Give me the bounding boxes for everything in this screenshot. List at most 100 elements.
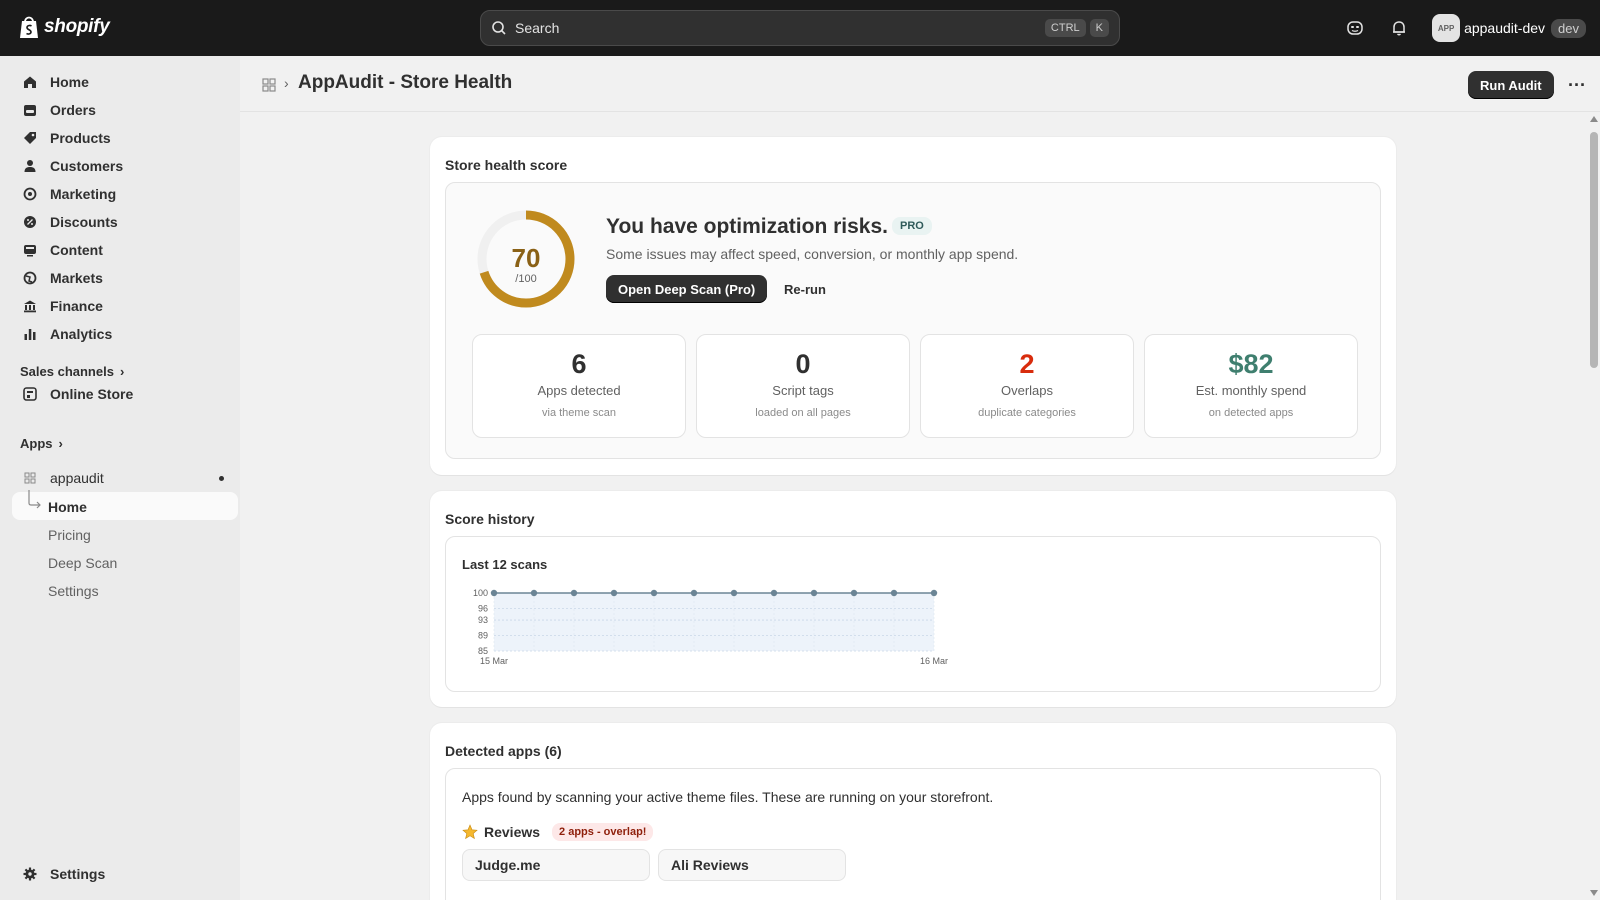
chart-point[interactable] [730,589,738,597]
health-score-card: Store health score 70 /100 You have opti… [430,137,1396,475]
chart-point[interactable] [690,589,698,597]
sidebar-subitem-settings[interactable]: Settings [48,583,99,599]
sidebar-item-analytics[interactable]: Analytics [12,320,238,348]
orders-icon [22,102,38,118]
stat-value: 6 [571,349,587,379]
chart-point[interactable] [890,589,898,597]
sidebar-section-sales-channels[interactable]: Sales channels › [20,364,124,379]
section-label: Apps [20,436,53,451]
chart-point[interactable] [650,589,658,597]
chevron-right-icon: › [58,436,63,451]
person-icon [22,158,38,174]
sidebar-item-discounts[interactable]: Discounts [12,208,238,236]
stat-label: Apps detected [537,383,621,398]
user-menu[interactable]: APP appaudit-dev dev [1432,14,1586,42]
detected-apps-panel: Apps found by scanning your active theme… [445,768,1381,900]
sidebar-item-label: Finance [50,298,103,314]
sidebar-item-online-store[interactable]: Online Store [12,380,238,408]
store-icon [22,386,38,402]
chart-point[interactable] [490,589,498,597]
search-icon [492,21,506,35]
chart-point[interactable] [770,589,778,597]
sidebar-subitem-deep-scan[interactable]: Deep Scan [48,555,117,571]
stat-script-tags: 0 Script tags loaded on all pages [696,334,910,438]
apps-description: Apps found by scanning your active theme… [462,789,994,805]
sidebar-subitem-home[interactable]: Home [48,499,87,515]
category-name: Reviews [484,824,541,840]
chevron-right-icon: › [119,364,125,379]
score-history-card: Score history Last 12 scans 100 96 93 89 85 1… [430,491,1396,707]
stat-apps-detected: 6 Apps detected via theme scan [472,334,686,438]
chart-icon [22,326,38,342]
assistant-icon[interactable] [1344,17,1366,39]
stat-label: Script tags [772,383,834,398]
bell-icon[interactable] [1388,17,1410,39]
sidebar-item-orders[interactable]: Orders [12,96,238,124]
sidebar-item-content[interactable]: Content [12,236,238,264]
sidebar-item-appaudit[interactable]: appaudit [12,464,238,492]
search-bar[interactable]: Search CTRL K [480,10,1120,46]
more-actions-icon[interactable]: ··· [1564,73,1590,97]
sidebar-item-label: Settings [50,866,106,882]
score-value: 70 [511,243,541,273]
shopify-bag-icon [20,16,38,38]
home-icon [22,74,38,90]
target-icon [22,186,38,202]
sidebar-item-label: Discounts [50,214,118,230]
sidebar-item-settings[interactable]: Settings [12,860,238,888]
chart-point[interactable] [570,589,578,597]
run-audit-button[interactable]: Run Audit [1468,71,1554,99]
stat-sub: duplicate categories [978,407,1076,419]
scrollbar[interactable] [1588,112,1600,900]
sidebar-section-apps[interactable]: Apps › [20,436,63,451]
app-grid-icon [22,470,38,486]
chart-point[interactable] [610,589,618,597]
section-label: Sales channels [20,364,114,379]
stat-value: 2 [1019,349,1035,379]
pin-dot-icon[interactable] [219,476,224,481]
chart-point[interactable] [850,589,858,597]
sidebar-item-markets[interactable]: Markets [12,264,238,292]
chart-point[interactable] [930,589,938,597]
page-title: AppAudit - Store Health [298,72,513,93]
sidebar-item-finance[interactable]: Finance [12,292,238,320]
stat-value: $82 [1228,349,1274,379]
scroll-up-icon[interactable] [1590,116,1598,122]
sidebar-item-products[interactable]: Products [12,124,238,152]
app-grid-icon[interactable] [262,78,276,92]
sub-item-highlight [12,492,238,520]
stat-value: 0 [795,349,811,379]
sidebar-item-customers[interactable]: Customers [12,152,238,180]
stat-overlaps: 2 Overlaps duplicate categories [920,334,1134,438]
store-badge: dev [1551,18,1586,38]
sidebar-item-home[interactable]: Home [12,68,238,96]
shopify-logo[interactable]: shopify [18,14,110,40]
sidebar: Home Orders Products Customers Marketing… [0,56,240,900]
sidebar-item-label: Content [50,242,103,258]
rerun-button[interactable]: Re-run [776,275,834,303]
app-chip-judgeme[interactable]: Judge.me [462,849,650,881]
card-title: Store health score [445,157,568,173]
score-history-chart: 100 96 93 89 8515 Mar 16 Mar [473,588,948,666]
open-deep-scan-button[interactable]: Open Deep Scan (Pro) [606,275,768,303]
sidebar-item-marketing[interactable]: Marketing [12,180,238,208]
sidebar-subitem-pricing[interactable]: Pricing [48,527,91,543]
scrollbar-thumb[interactable] [1590,132,1598,368]
search-input[interactable]: Search [515,20,1041,36]
gear-icon [22,866,38,882]
tree-branch-icon [28,490,41,509]
chart-point[interactable] [530,589,538,597]
category-row: Reviews 2 apps - overlap! [462,823,654,841]
stat-sub: on detected apps [1208,407,1294,419]
chart-point[interactable] [810,589,818,597]
card-title: Score history [445,511,535,527]
stat-label: Est. monthly spend [1195,383,1307,398]
scroll-down-icon[interactable] [1590,890,1598,896]
user-name: appaudit-dev [1464,20,1546,36]
sidebar-item-label: Analytics [50,326,113,342]
health-score-panel: 70 /100 You have optimization risks. PRO… [445,182,1381,459]
top-bar: shopify Search CTRL K APP appaudit-dev d… [0,0,1600,56]
shortcut-ctrl: CTRL [1044,19,1086,37]
chevron-right-icon: › [284,75,289,91]
app-chip-ali-reviews[interactable]: Ali Reviews [658,849,846,881]
